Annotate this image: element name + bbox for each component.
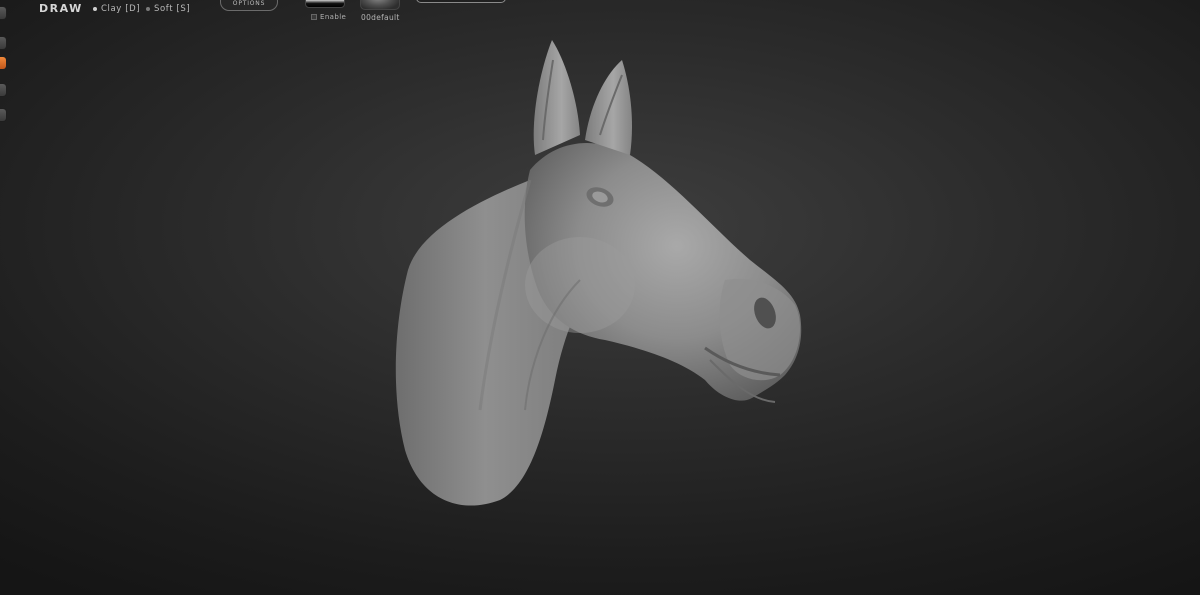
brush-name-label: DRAW (39, 2, 83, 15)
alpha-thumbnail[interactable] (305, 0, 345, 8)
jaw-highlight (525, 237, 635, 333)
shelf-button[interactable] (0, 108, 7, 122)
sculpt-viewport[interactable] (0, 0, 1200, 595)
mode-clay-option[interactable]: Clay [D] (93, 4, 140, 14)
brush-toolbar: DRAW Clay [D] Soft [S] OPTIONS Enable 00… (0, 0, 1200, 26)
radio-dot-icon (93, 7, 97, 11)
alpha-enable-toggle[interactable]: Enable (311, 13, 346, 21)
options-button[interactable]: OPTIONS (220, 0, 278, 11)
shelf-button[interactable] (0, 36, 7, 50)
left-ear-shape (533, 40, 580, 155)
mode-soft-option[interactable]: Soft [S] (146, 4, 190, 14)
horse-head-model[interactable] (380, 30, 820, 520)
material-thumbnail[interactable] (360, 0, 400, 10)
mode-clay-label: Clay [D] (101, 4, 141, 14)
alpha-enable-label: Enable (320, 13, 347, 21)
mode-soft-label: Soft [S] (154, 4, 191, 14)
checkbox-icon (311, 14, 317, 20)
brush-slider[interactable] (416, 0, 506, 3)
shelf-button[interactable] (0, 83, 7, 97)
radio-dot-icon (146, 7, 150, 11)
material-name-label: 00default (361, 13, 400, 22)
shelf-button-active[interactable] (0, 56, 7, 70)
options-button-label: OPTIONS (232, 0, 266, 7)
